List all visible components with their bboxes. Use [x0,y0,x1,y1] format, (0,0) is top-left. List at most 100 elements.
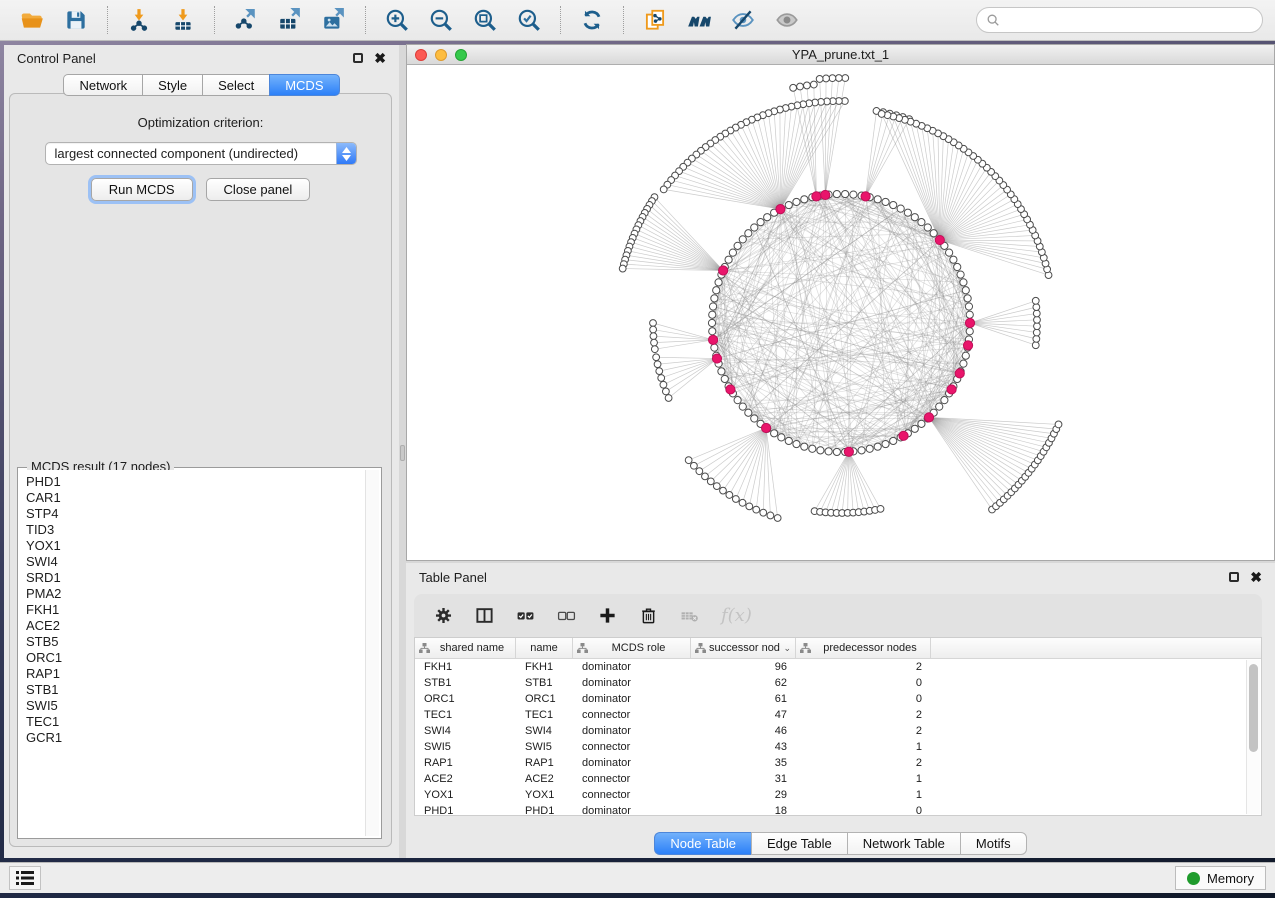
show-column-panel-button[interactable] [475,606,494,625]
graph-node[interactable] [718,368,725,375]
tab-node-table[interactable]: Node Table [654,832,751,855]
graph-node[interactable] [954,263,961,270]
tab-network-table[interactable]: Network Table [847,832,960,855]
graph-node[interactable] [842,190,849,197]
graph-hub-node[interactable] [709,335,718,344]
graph-node[interactable] [965,303,972,310]
graph-node[interactable] [739,236,746,243]
graph-node[interactable] [835,75,842,82]
table-scrollbar[interactable] [1246,660,1260,814]
graph-node[interactable] [816,76,823,83]
graph-node[interactable] [767,512,774,519]
float-panel-icon[interactable] [353,53,363,63]
graph-node[interactable] [751,224,758,231]
graph-node[interactable] [1034,323,1041,330]
window-maximize-icon[interactable] [455,49,467,61]
graph-node[interactable] [1034,316,1041,323]
import-network-button[interactable] [119,4,159,36]
graph-node[interactable] [785,437,792,444]
graph-node[interactable] [1032,297,1039,304]
graph-node[interactable] [707,478,714,485]
zoom-fit-button[interactable] [465,4,505,36]
graph-node[interactable] [726,492,733,499]
graph-node[interactable] [721,375,728,382]
zoom-selected-button[interactable] [509,4,549,36]
graph-node[interactable] [650,320,657,327]
mcds-result-list[interactable]: PHD1CAR1STP4TID3YOX1SWI4SRD1PMA2FKH1ACE2… [20,470,364,836]
graph-node[interactable] [966,311,973,318]
graph-hub-node[interactable] [935,235,944,244]
graph-hub-node[interactable] [821,190,830,199]
mcds-result-item[interactable]: PHD1 [26,474,358,490]
vertical-splitter[interactable] [399,45,406,858]
export-network-button[interactable] [226,4,266,36]
graph-node[interactable] [734,242,741,249]
graph-node[interactable] [696,468,703,475]
add-column-button[interactable] [598,606,617,625]
graph-node[interactable] [732,496,739,503]
network-canvas[interactable] [407,65,1274,560]
graph-node[interactable] [904,209,911,216]
graph-node[interactable] [874,443,881,450]
function-builder-button[interactable]: f(x) [721,605,752,626]
graph-node[interactable] [1055,421,1062,428]
graph-node[interactable] [878,111,885,118]
mcds-result-item[interactable]: SRD1 [26,570,358,586]
graph-node[interactable] [685,457,692,464]
graph-node[interactable] [810,81,817,88]
graph-node[interactable] [778,434,785,441]
graph-node[interactable] [850,191,857,198]
graph-hub-node[interactable] [761,423,770,432]
run-mcds-button[interactable]: Run MCDS [91,178,193,201]
table-settings-button[interactable] [434,606,453,625]
graph-node[interactable] [654,361,661,368]
graph-node[interactable] [1032,342,1039,349]
graph-hub-node[interactable] [726,385,735,394]
table-row[interactable]: YOX1YOX1connector291 [415,787,1246,803]
mcds-result-item[interactable]: STB5 [26,634,358,650]
select-all-button[interactable] [516,606,535,625]
graph-node[interactable] [660,186,667,193]
search-box[interactable] [976,7,1263,33]
graph-hub-node[interactable] [899,431,908,440]
memory-button[interactable]: Memory [1175,866,1266,890]
graph-node[interactable] [936,403,943,410]
graph-node[interactable] [760,509,767,516]
graph-node[interactable] [709,328,716,335]
graph-node[interactable] [739,403,746,410]
tab-edge-table[interactable]: Edge Table [751,832,847,855]
mcds-result-item[interactable]: TID3 [26,522,358,538]
show-all-button[interactable] [767,4,807,36]
graph-node[interactable] [911,214,918,221]
window-minimize-icon[interactable] [435,49,447,61]
close-panel-icon[interactable]: ✖ [374,53,386,63]
table-row[interactable]: PHD1PHD1dominator180 [415,803,1246,815]
mcds-result-item[interactable]: ACE2 [26,618,358,634]
graph-node[interactable] [817,447,824,454]
graph-hub-node[interactable] [924,413,933,422]
mcds-result-item[interactable]: FKH1 [26,602,358,618]
table-row[interactable]: STB1STB1dominator620 [415,675,1246,691]
graph-node[interactable] [708,319,715,326]
table-scrollbar-thumb[interactable] [1249,664,1258,752]
table-row[interactable]: SWI5SWI5connector431 [415,739,1246,755]
window-close-icon[interactable] [415,49,427,61]
graph-node[interactable] [960,279,967,286]
graph-node[interactable] [882,440,889,447]
graph-node[interactable] [946,249,953,256]
table-row[interactable]: FKH1FKH1dominator962 [415,659,1246,675]
column-header-MCDS-role[interactable]: MCDS role [573,638,691,658]
graph-node[interactable] [833,448,840,455]
first-neighbors-button[interactable] [679,4,719,36]
column-header-predecessor-nodes[interactable]: predecessor nodes [796,638,931,658]
zoom-out-button[interactable] [421,4,461,36]
graph-node[interactable] [918,420,925,427]
graph-hub-node[interactable] [844,447,853,456]
mcds-result-item[interactable]: TEC1 [26,714,358,730]
hide-selected-button[interactable] [723,4,763,36]
graph-node[interactable] [833,190,840,197]
tab-network[interactable]: Network [63,74,142,96]
graph-node[interactable] [877,505,884,512]
graph-node[interactable] [713,287,720,294]
export-table-button[interactable] [270,4,310,36]
